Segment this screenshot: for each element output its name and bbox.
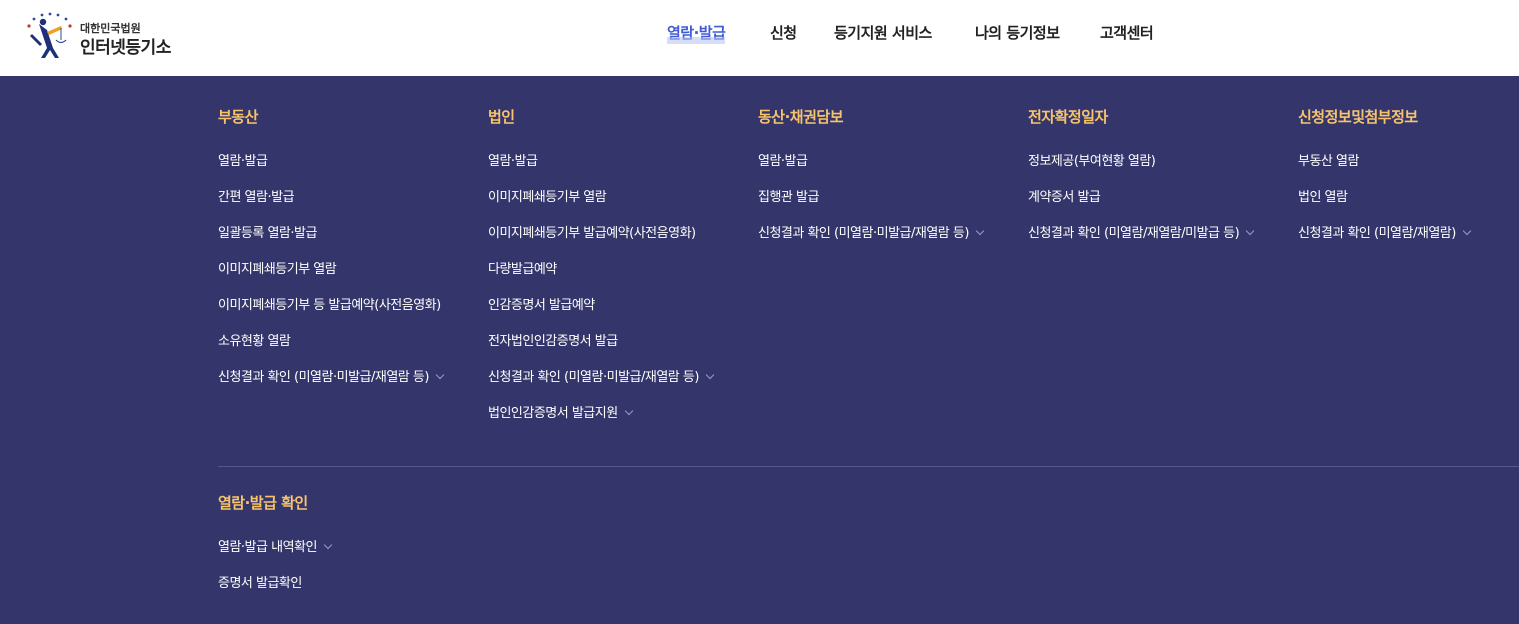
menu-item[interactable]: 정보제공(부여현황 열람): [1028, 154, 1253, 190]
menu-item[interactable]: 간편 열람·발급: [218, 190, 443, 226]
column-title: 동산·채권담보: [758, 108, 843, 126]
menu-item[interactable]: 증명서 발급확인: [218, 576, 331, 612]
menu-item[interactable]: 열람·발급: [758, 154, 983, 190]
menu-section-confirm: 열람·발급 확인 열람·발급 내역확인 증명서 발급확인: [218, 492, 333, 612]
section-divider: [218, 466, 1519, 467]
menu-item-expandable[interactable]: 신청결과 확인 (미열람/재열람/미발급 등): [1028, 226, 1255, 262]
menu-item-expandable[interactable]: 신청결과 확인 (미열람/재열람): [1298, 226, 1472, 262]
menu-item-expandable[interactable]: 열람·발급 내역확인: [218, 540, 333, 576]
section-list: 열람·발급 내역확인 증명서 발급확인: [218, 540, 333, 612]
menu-item[interactable]: 이미지폐쇄등기부 등 발급예약(사전음영화): [218, 298, 443, 334]
nav-registry-support[interactable]: 등기지원 서비스: [834, 22, 932, 43]
section-title: 열람·발급 확인: [218, 494, 308, 512]
chevron-down-icon: [1245, 226, 1255, 236]
menu-item[interactable]: 열람·발급: [218, 154, 443, 190]
menu-item-expandable[interactable]: 신청결과 확인 (미열람·미발급/재열람 등): [488, 370, 715, 406]
column-list: 부동산 열람 법인 열람 신청결과 확인 (미열람/재열람): [1298, 154, 1472, 262]
nav-customer-center[interactable]: 고객센터: [1100, 22, 1154, 43]
chevron-down-icon: [1462, 226, 1472, 236]
nav-apply[interactable]: 신청: [770, 22, 797, 43]
menu-item[interactable]: 집행관 발급: [758, 190, 983, 226]
menu-item-expandable[interactable]: 신청결과 확인 (미열람·미발급/재열람 등): [758, 226, 985, 262]
menu-item[interactable]: 열람·발급: [488, 154, 713, 190]
menu-item[interactable]: 부동산 열람: [1298, 154, 1470, 190]
menu-item[interactable]: 이미지폐쇄등기부 열람: [218, 262, 443, 298]
menu-item-expandable[interactable]: 법인인감증명서 발급지원: [488, 406, 713, 442]
chevron-down-icon: [323, 540, 333, 550]
mega-menu-panel: 부동산 열람·발급 간편 열람·발급 일괄등록 열람·발급 이미지폐쇄등기부 열…: [0, 76, 1519, 624]
column-title: 부동산: [218, 108, 258, 126]
chevron-down-icon: [705, 370, 715, 380]
nav-my-registry[interactable]: 나의 등기정보: [975, 22, 1060, 43]
global-navigation: 열람·발급 신청 등기지원 서비스 나의 등기정보 고객센터: [0, 22, 1519, 46]
menu-item[interactable]: 이미지폐쇄등기부 열람: [488, 190, 713, 226]
menu-item-expandable[interactable]: 신청결과 확인 (미열람·미발급/재열람 등): [218, 370, 445, 406]
column-title: 신청정보및첨부정보: [1298, 108, 1418, 126]
column-list: 정보제공(부여현황 열람) 계약증서 발급 신청결과 확인 (미열람/재열람/미…: [1028, 154, 1255, 262]
menu-item[interactable]: 인감증명서 발급예약: [488, 298, 713, 334]
chevron-down-icon: [624, 406, 633, 416]
column-title: 법인: [488, 108, 515, 126]
menu-item[interactable]: 이미지폐쇄등기부 발급예약(사전음영화): [488, 226, 713, 262]
nav-view-issue[interactable]: 열람·발급: [667, 22, 726, 44]
column-list: 열람·발급 집행관 발급 신청결과 확인 (미열람·미발급/재열람 등): [758, 154, 985, 262]
menu-item[interactable]: 전자법인인감증명서 발급: [488, 334, 713, 370]
menu-column-application-info: 신청정보및첨부정보 부동산 열람 법인 열람 신청결과 확인 (미열람/재열람): [1298, 106, 1472, 262]
menu-item[interactable]: 법인 열람: [1298, 190, 1470, 226]
menu-column-corporation: 법인 열람·발급 이미지폐쇄등기부 열람 이미지폐쇄등기부 발급예약(사전음영화…: [488, 106, 715, 442]
chevron-down-icon: [435, 370, 445, 380]
menu-item[interactable]: 다량발급예약: [488, 262, 713, 298]
chevron-down-icon: [975, 226, 985, 236]
column-title: 전자확정일자: [1028, 108, 1108, 126]
menu-item[interactable]: 소유현황 열람: [218, 334, 443, 370]
column-list: 열람·발급 간편 열람·발급 일괄등록 열람·발급 이미지폐쇄등기부 열람 이미…: [218, 154, 445, 406]
menu-column-e-fixed-date: 전자확정일자 정보제공(부여현황 열람) 계약증서 발급 신청결과 확인 (미열…: [1028, 106, 1255, 262]
menu-column-real-estate: 부동산 열람·발급 간편 열람·발급 일괄등록 열람·발급 이미지폐쇄등기부 열…: [218, 106, 445, 406]
menu-column-movable-property: 동산·채권담보 열람·발급 집행관 발급 신청결과 확인 (미열람·미발급/재열…: [758, 106, 985, 262]
menu-item[interactable]: 일괄등록 열람·발급: [218, 226, 443, 262]
menu-item[interactable]: 계약증서 발급: [1028, 190, 1253, 226]
column-list: 열람·발급 이미지폐쇄등기부 열람 이미지폐쇄등기부 발급예약(사전음영화) 다…: [488, 154, 715, 442]
site-header: 대한민국법원 인터넷등기소 열람·발급 신청 등기지원 서비스 나의 등기정보 …: [0, 0, 1519, 76]
